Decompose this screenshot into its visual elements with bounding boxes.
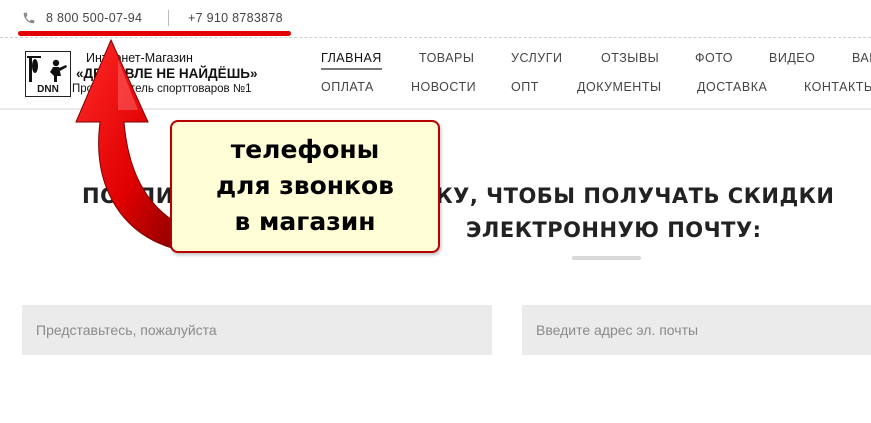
nav-item-services[interactable]: УСЛУГИ [511,51,562,65]
phone-number-secondary[interactable]: +7 910 8783878 [188,11,283,25]
phone-number-primary[interactable]: 8 800 500-07-94 [46,11,142,25]
subscribe-heading-line-2: ЭЛЕКТРОННУЮ ПОЧТУ: [466,218,762,242]
email-input[interactable] [522,305,871,355]
nav-item-video[interactable]: ВИДЕО [769,51,815,65]
nav-item-contacts[interactable]: КОНТАКТЫ [804,80,871,94]
callout-line-1: телефоны [230,135,380,164]
nav-item-vacancies[interactable]: ВАКА [852,51,871,65]
logo-line-3: Производитель спорттоваров №1 [72,83,252,95]
logo-line-1: Интернет-Магазин [86,51,193,65]
header-divider [0,108,871,110]
nav-item-photo[interactable]: ФОТО [695,51,733,65]
phone-highlight-underline [18,31,291,36]
nav-item-home[interactable]: ГЛАВНАЯ [321,51,382,70]
logo-line-2: «ДЕШЕВЛЕ НЕ НАЙДЁШЬ» [76,66,258,81]
phone-icon [23,12,35,24]
nav-item-products[interactable]: ТОВАРЫ [419,51,474,65]
nav-item-reviews[interactable]: ОТЗЫВЫ [601,51,659,65]
logo-icon[interactable]: DNN [25,51,71,97]
nav-item-news[interactable]: НОВОСТИ [411,80,476,94]
nav-item-wholesale[interactable]: ОПТ [511,80,539,94]
annotation-callout: телефоны для звонков в магазин [170,120,440,253]
nav-item-documents[interactable]: ДОКУМЕНТЫ [577,80,662,94]
heading-underline [572,256,641,260]
callout-line-2: для звонков [215,171,394,200]
topbar-divider [0,37,871,38]
phone-separator [168,10,169,26]
nav-item-delivery[interactable]: ДОСТАВКА [697,80,767,94]
nav-item-payment[interactable]: ОПЛАТА [321,80,374,94]
name-input[interactable] [22,305,492,355]
callout-line-3: в магазин [234,207,376,236]
logo-mark: DNN [37,84,59,95]
